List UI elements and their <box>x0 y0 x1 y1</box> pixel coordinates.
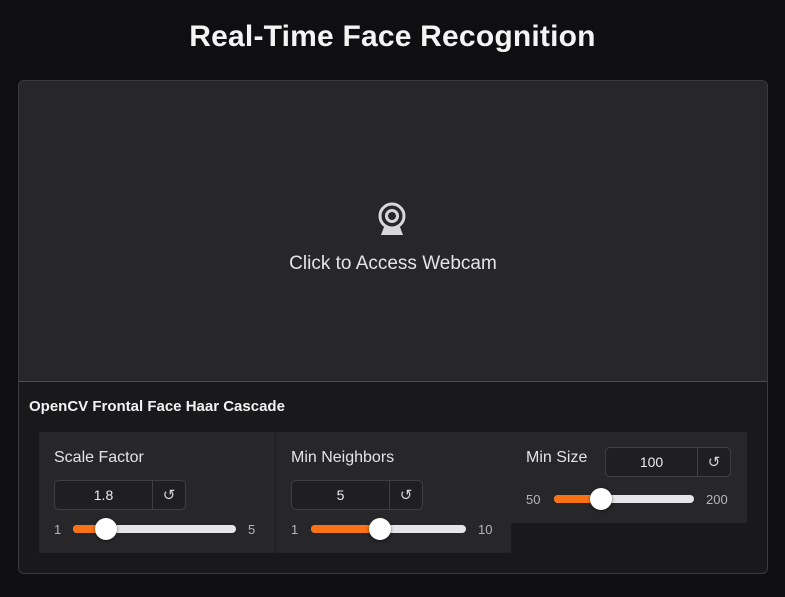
min-size-max-label: 200 <box>706 492 728 507</box>
scale-factor-label: Scale Factor <box>54 449 144 466</box>
webcam-access-area[interactable]: Click to Access Webcam <box>19 81 767 382</box>
min-size-label: Min Size <box>526 449 588 466</box>
min-size-number-group: ↺ <box>605 447 731 477</box>
scale-factor-number-group: ↺ <box>54 480 186 510</box>
webcam-icon <box>378 202 406 235</box>
scale-factor-slider[interactable] <box>73 518 236 540</box>
min-neighbors-label: Min Neighbors <box>291 449 395 466</box>
min-neighbors-max-label: 10 <box>478 522 493 537</box>
reset-icon: ↺ <box>399 487 413 504</box>
min-neighbors-slider[interactable] <box>311 518 466 540</box>
min-neighbors-panel: Min Neighbors ↺ 1 10 <box>275 432 511 553</box>
min-neighbors-slider-thumb[interactable] <box>368 518 391 540</box>
min-neighbors-number-group: ↺ <box>291 480 423 510</box>
app-page: Real-Time Face Recognition Click to Acce… <box>0 0 785 597</box>
min-neighbors-reset-button[interactable]: ↺ <box>390 481 422 509</box>
scale-factor-slider-thumb[interactable] <box>94 518 117 540</box>
min-size-input[interactable] <box>606 448 698 476</box>
section-title: OpenCV Frontal Face Haar Cascade <box>29 398 285 415</box>
reset-icon: ↺ <box>707 454 721 471</box>
scale-factor-panel: Scale Factor ↺ 1 5 <box>39 432 275 553</box>
min-size-min-label: 50 <box>526 492 541 507</box>
reset-icon: ↺ <box>162 487 176 504</box>
main-card: Click to Access Webcam OpenCV Frontal Fa… <box>18 80 768 574</box>
min-neighbors-min-label: 1 <box>291 522 299 537</box>
min-size-slider-thumb[interactable] <box>589 488 612 510</box>
scale-factor-min-label: 1 <box>54 522 62 537</box>
min-size-panel: Min Size ↺ 50 200 <box>511 432 747 523</box>
min-neighbors-input[interactable] <box>292 481 390 509</box>
scale-factor-input[interactable] <box>55 481 153 509</box>
min-size-slider[interactable] <box>554 488 694 510</box>
min-size-reset-button[interactable]: ↺ <box>698 448 730 476</box>
app-title: Real-Time Face Recognition <box>189 20 596 53</box>
scale-factor-reset-button[interactable]: ↺ <box>153 481 185 509</box>
webcam-label: Click to Access Webcam <box>289 253 497 274</box>
scale-factor-max-label: 5 <box>248 522 256 537</box>
